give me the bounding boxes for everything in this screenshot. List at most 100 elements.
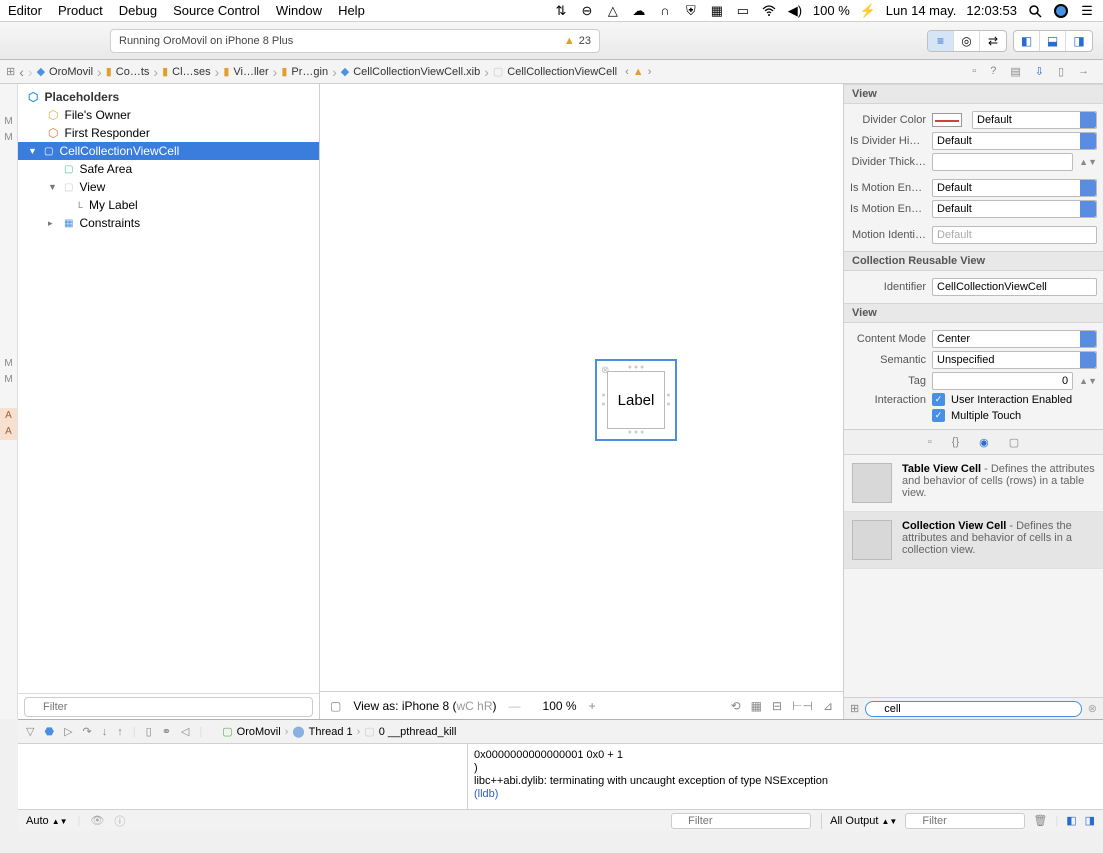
tag-field[interactable]: 0 [932,372,1073,390]
connections-inspector-icon[interactable]: → [1078,65,1089,78]
info-icon[interactable]: ⓘ [114,813,125,829]
breadcrumb-folder[interactable]: ▮Co…ts [106,65,150,78]
safe-area-item[interactable]: ▢ Safe Area [18,160,319,178]
menu-source-control[interactable]: Source Control [173,3,260,18]
related-items-icon[interactable]: ⊞ [6,65,15,78]
outline-filter-input[interactable] [24,697,313,717]
attributes-inspector-icon[interactable]: ⇩ [1035,65,1044,78]
eye-icon[interactable]: 👁 [90,814,104,827]
library-filter-input[interactable] [865,701,1082,717]
library-item-table-cell[interactable]: Table View Cell - Defines the attributes… [844,455,1103,512]
auto-dropdown[interactable]: Auto ▲▼ [26,815,68,827]
canvas-area[interactable]: ⊗ ● ● ● ● ● ● ● ● ● ● Label [320,84,843,691]
status-icon[interactable]: ▦ [709,3,725,19]
breakpoint-icon[interactable]: ⬣ [44,725,54,738]
step-in-icon[interactable]: ↓ [102,726,108,738]
menu-debug[interactable]: Debug [119,3,157,18]
menu-window[interactable]: Window [276,3,322,18]
status-battery-icon[interactable]: ▭ [735,3,751,19]
first-responder-item[interactable]: ⬡ First Responder [18,124,319,142]
disclosure-icon[interactable]: ▸ [48,218,58,229]
notifications-icon[interactable]: ☰ [1079,3,1095,19]
hide-debug-icon[interactable]: ▽ [26,725,34,738]
step-out-icon[interactable]: ↑ [117,726,123,738]
assistant-editor-button[interactable]: ◎ [954,31,980,51]
resolve-icon[interactable]: ⊿ [823,699,833,713]
content-mode-dropdown[interactable]: Center [932,330,1097,348]
view-item[interactable]: ▼ ▢ View [18,178,319,196]
divider-hidden-dropdown[interactable]: Default [932,132,1097,150]
label-object[interactable]: Label [607,371,665,429]
cell-item[interactable]: ▼ ▢ CellCollectionViewCell [18,142,319,160]
continue-icon[interactable]: ▷ [64,725,72,738]
version-editor-button[interactable]: ⇄ [980,31,1006,51]
object-library-tab[interactable]: ◉ [979,436,989,449]
embed-icon[interactable]: ▦ [751,699,762,713]
menu-editor[interactable]: Editor [8,3,42,18]
disclosure-icon[interactable]: ▼ [48,182,58,192]
console-view[interactable]: 0x0000000000000001 0x0 + 1 ) libc++abi.d… [468,744,1103,809]
clear-icon[interactable]: ⊗ [1088,702,1097,715]
motion-enabled-dropdown[interactable]: Default [932,200,1097,218]
semantic-dropdown[interactable]: Unspecified [932,351,1097,369]
variables-filter-input[interactable] [671,813,811,829]
placeholders-group[interactable]: ⬡ Placeholders [18,88,319,106]
trash-icon[interactable]: 🗑 [1033,814,1047,827]
motion-enabled-dropdown[interactable]: Default [932,179,1097,197]
debug-thread[interactable]: Thread 1 [309,726,353,738]
breadcrumb-folder[interactable]: ▮Pr…gin [281,65,328,78]
menu-help[interactable]: Help [338,3,365,18]
status-icon[interactable]: ⊖ [579,3,595,19]
file-inspector-icon[interactable]: ▫ [972,65,976,78]
debug-target[interactable]: OroMovil [237,726,281,738]
console-filter-input[interactable] [905,813,1025,829]
breadcrumb-xib[interactable]: ◆CellCollectionViewCell.xib [341,65,480,78]
activity-viewer[interactable]: Running OroMovil on iPhone 8 Plus ▲ 23 [110,29,600,53]
status-icon[interactable]: ⇅ [553,3,569,19]
media-library-tab[interactable]: ▢ [1009,436,1019,449]
menu-product[interactable]: Product [58,3,103,18]
stepper-icon[interactable]: ▲▼ [1079,157,1097,167]
pin-icon[interactable]: ⊢⊣ [792,699,813,713]
stepper-icon[interactable]: ▲▼ [1079,376,1097,386]
siri-icon[interactable] [1053,3,1069,19]
size-inspector-icon[interactable]: ▯ [1058,65,1064,78]
left-panel-button[interactable]: ◧ [1014,31,1040,51]
warning-icon[interactable]: ▲ [633,66,644,78]
output-dropdown[interactable]: All Output ▲▼ [830,815,897,827]
menubar-time[interactable]: 12:03:53 [966,3,1017,18]
forward-button[interactable]: › [28,64,33,80]
right-pane-icon[interactable]: ◨ [1085,814,1095,827]
status-icon[interactable]: △ [605,3,621,19]
status-wifi-icon[interactable] [761,3,777,19]
status-cloud-icon[interactable]: ☁ [631,3,647,19]
update-frames-icon[interactable]: ⟲ [731,699,741,713]
disclosure-icon[interactable]: ▼ [28,146,38,156]
grid-view-icon[interactable]: ⊞ [850,702,859,715]
files-owner-item[interactable]: ⬡ File's Owner [18,106,319,124]
spotlight-icon[interactable] [1027,3,1043,19]
status-volume-icon[interactable]: ◀) [787,3,803,19]
view-as-button[interactable]: View as: iPhone 8 (wC hR) [353,699,496,713]
label-item[interactable]: L My Label [18,196,319,214]
zoom-in-icon[interactable]: + [589,699,596,713]
help-inspector-icon[interactable]: ? [990,65,996,78]
close-icon[interactable]: ⊗ [601,365,609,376]
breadcrumb-project[interactable]: ◆OroMovil [37,65,93,78]
identifier-field[interactable]: CellCollectionViewCell [932,278,1097,296]
breadcrumb-folder[interactable]: ▮Vi…ller [223,65,268,78]
target-icon[interactable]: ▢ [222,725,232,738]
location-icon[interactable]: ◁ [181,725,189,738]
file-template-tab[interactable]: ▫ [928,436,932,448]
right-panel-button[interactable]: ◨ [1066,31,1092,51]
left-pane-icon[interactable]: ◧ [1066,814,1076,827]
multiple-touch-checkbox[interactable]: ✓ [932,409,945,422]
back-button[interactable]: ‹ [19,64,24,80]
status-shield-icon[interactable]: ⛨ [683,3,699,19]
align-icon[interactable]: ⊟ [772,699,782,713]
zoom-level[interactable]: 100 % [543,699,577,713]
identity-inspector-icon[interactable]: ▤ [1010,65,1020,78]
code-snippet-tab[interactable]: {} [952,436,959,448]
status-icon[interactable]: ∩ [657,3,673,19]
outline-toggle-icon[interactable]: ▢ [330,699,341,713]
